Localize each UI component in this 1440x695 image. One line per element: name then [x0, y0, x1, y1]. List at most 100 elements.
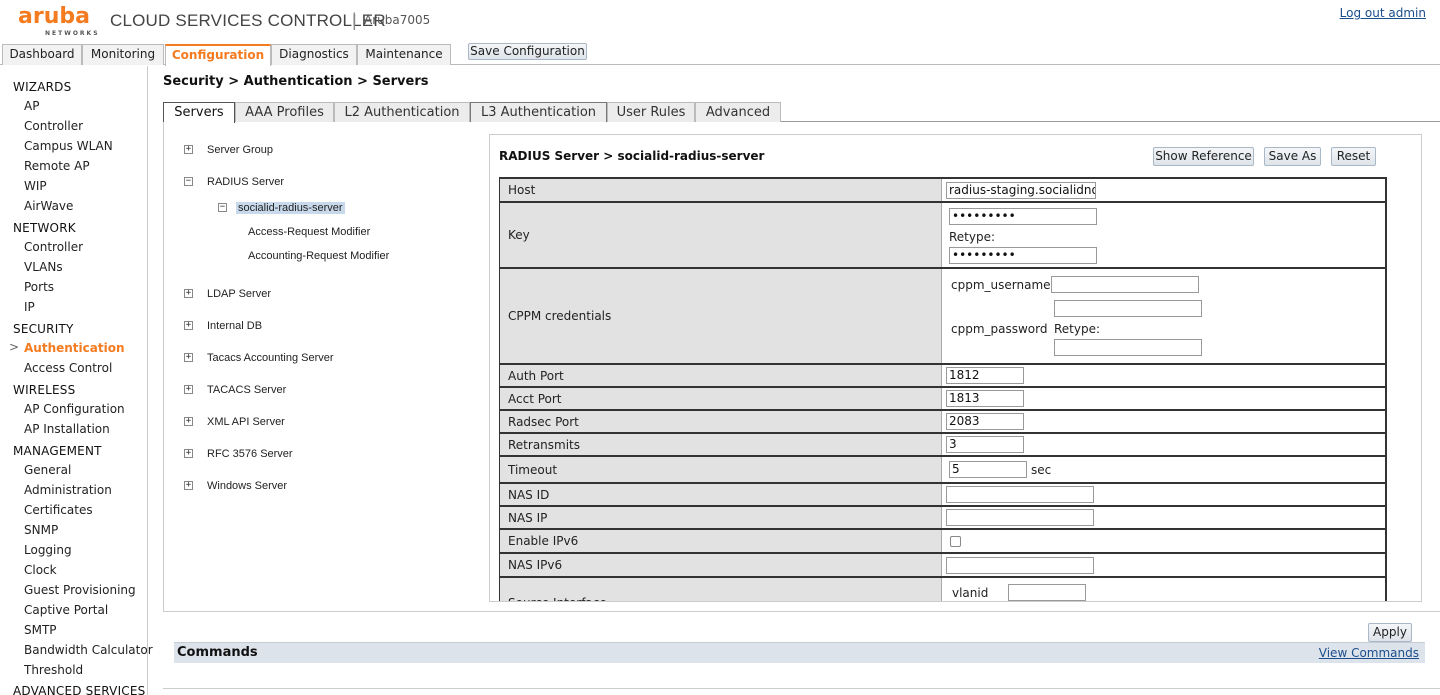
sidebar-item-ap-configuration[interactable]: AP Configuration: [24, 402, 125, 416]
apply-button[interactable]: Apply: [1368, 623, 1412, 642]
save-as-button[interactable]: Save As: [1264, 147, 1321, 166]
tab-diagnostics[interactable]: Diagnostics: [271, 44, 357, 65]
tree-internal-db[interactable]: Internal DB: [207, 320, 262, 332]
sidebar-item-airwave[interactable]: AirWave: [24, 199, 73, 213]
logout-link[interactable]: Log out admin: [1340, 6, 1426, 20]
sidebar-item-certificates[interactable]: Certificates: [24, 503, 93, 517]
key-retype-input[interactable]: •••••••••: [949, 247, 1097, 264]
expand-icon[interactable]: +: [184, 321, 193, 330]
sidebar-item-remote-ap[interactable]: Remote AP: [24, 159, 90, 173]
row-enable-ipv6: Enable IPv6: [500, 530, 1385, 554]
retransmits-input[interactable]: 3: [946, 436, 1024, 453]
source-interface-value-cell: vlanid: [943, 578, 1385, 601]
sidebar-item-controller-wizard[interactable]: Controller: [24, 119, 83, 133]
tab-maintenance[interactable]: Maintenance: [357, 44, 451, 65]
row-nas-ip: NAS IP: [500, 507, 1385, 530]
save-configuration-button[interactable]: Save Configuration: [468, 43, 587, 60]
expand-icon[interactable]: +: [184, 353, 193, 362]
cppm-password-input[interactable]: [1054, 300, 1202, 317]
row-source-interface: Source Interface vlanid: [500, 578, 1385, 601]
sidebar-section-network: NETWORK: [13, 221, 76, 235]
row-retransmits: Retransmits 3: [500, 434, 1385, 457]
tab-configuration[interactable]: Configuration: [165, 44, 271, 66]
sidebar-item-ip[interactable]: IP: [24, 300, 35, 314]
tree-accounting-request-modifier[interactable]: Accounting-Request Modifier: [248, 250, 389, 262]
expand-icon[interactable]: +: [184, 385, 193, 394]
logo-subtext: NETWORKS: [45, 30, 100, 37]
auth-port-value-cell: 1812: [943, 365, 1385, 386]
subtab-advanced[interactable]: Advanced: [695, 102, 781, 122]
radsec-port-input[interactable]: 2083: [946, 413, 1024, 430]
radius-form: Host radius-staging.socialidnow Key ••••…: [499, 177, 1387, 601]
acct-port-input[interactable]: 1813: [946, 390, 1024, 407]
subtab-l2-authentication[interactable]: L2 Authentication: [334, 102, 470, 122]
show-reference-button[interactable]: Show Reference: [1153, 147, 1254, 166]
sidebar-item-captive-portal[interactable]: Captive Portal: [24, 603, 108, 617]
tab-monitoring[interactable]: Monitoring: [82, 44, 164, 65]
source-interface-label: Source Interface: [500, 578, 942, 601]
acct-port-label: Acct Port: [500, 388, 942, 409]
sidebar-item-ports[interactable]: Ports: [24, 280, 54, 294]
row-cppm-credentials: CPPM credentials cppm_username cppm_pass…: [500, 269, 1385, 365]
cppm-username-input[interactable]: [1051, 276, 1199, 293]
expand-icon[interactable]: +: [184, 145, 193, 154]
sidebar-item-bandwidth-calculator[interactable]: Bandwidth Calculator: [24, 643, 153, 657]
sidebar-item-threshold[interactable]: Threshold: [24, 663, 83, 677]
tree-radius-server[interactable]: RADIUS Server: [207, 176, 284, 188]
nas-ipv6-input[interactable]: [946, 557, 1094, 574]
expand-icon[interactable]: +: [184, 417, 193, 426]
sidebar-item-campus-wlan[interactable]: Campus WLAN: [24, 139, 113, 153]
sidebar-item-vlans[interactable]: VLANs: [24, 260, 63, 274]
subtab-servers[interactable]: Servers: [163, 102, 235, 123]
sidebar-item-snmp[interactable]: SNMP: [24, 523, 58, 537]
sidebar-item-access-control[interactable]: Access Control: [24, 361, 112, 375]
sidebar-item-administration[interactable]: Administration: [24, 483, 112, 497]
sidebar-item-controller[interactable]: Controller: [24, 240, 83, 254]
tree-xml-api-server[interactable]: XML API Server: [207, 416, 285, 428]
sidebar-item-general[interactable]: General: [24, 463, 71, 477]
tree-ldap-server[interactable]: LDAP Server: [207, 288, 271, 300]
sidebar-item-ap-installation[interactable]: AP Installation: [24, 422, 110, 436]
sidebar-item-guest-provisioning[interactable]: Guest Provisioning: [24, 583, 136, 597]
sidebar-item-logging[interactable]: Logging: [24, 543, 72, 557]
tree-rfc3576-server[interactable]: RFC 3576 Server: [207, 448, 293, 460]
tree-tacacs-accounting-server[interactable]: Tacacs Accounting Server: [207, 352, 334, 364]
header: aruba NETWORKS CLOUD SERVICES CONTROLLER…: [0, 0, 1440, 44]
sidebar-item-ap[interactable]: AP: [24, 99, 39, 113]
collapse-icon[interactable]: −: [218, 203, 227, 212]
vlanid-input[interactable]: [1008, 584, 1086, 601]
view-commands-link[interactable]: View Commands: [1319, 646, 1419, 660]
key-input[interactable]: •••••••••: [949, 208, 1097, 225]
tree-server-group[interactable]: Server Group: [207, 144, 273, 156]
expand-icon[interactable]: +: [184, 449, 193, 458]
enable-ipv6-checkbox[interactable]: [950, 536, 961, 547]
nas-id-input[interactable]: [946, 486, 1094, 503]
sidebar-item-smtp[interactable]: SMTP: [24, 623, 57, 637]
retransmits-label: Retransmits: [500, 434, 942, 455]
timeout-unit: sec: [1031, 463, 1052, 477]
sidebar-item-clock[interactable]: Clock: [24, 563, 57, 577]
timeout-label: Timeout: [500, 457, 942, 482]
tree-tacacs-server[interactable]: TACACS Server: [207, 384, 286, 396]
sidebar-item-wip[interactable]: WIP: [24, 179, 47, 193]
auth-port-label: Auth Port: [500, 365, 942, 386]
row-nas-id: NAS ID: [500, 484, 1385, 507]
tree-socialid-radius-server[interactable]: socialid-radius-server: [236, 202, 345, 214]
host-input[interactable]: radius-staging.socialidnow: [946, 182, 1096, 199]
expand-icon[interactable]: +: [184, 481, 193, 490]
cppm-username-label: cppm_username: [951, 278, 1051, 292]
nas-ip-input[interactable]: [946, 509, 1094, 526]
expand-icon[interactable]: +: [184, 289, 193, 298]
auth-port-input[interactable]: 1812: [946, 367, 1024, 384]
subtab-aaa-profiles[interactable]: AAA Profiles: [235, 102, 334, 122]
collapse-icon[interactable]: −: [184, 177, 193, 186]
tree-access-request-modifier[interactable]: Access-Request Modifier: [248, 226, 370, 238]
tab-dashboard[interactable]: Dashboard: [2, 44, 82, 65]
timeout-input[interactable]: 5: [949, 461, 1027, 478]
sidebar-item-authentication[interactable]: Authentication: [24, 341, 125, 355]
tree-windows-server[interactable]: Windows Server: [207, 480, 287, 492]
subtab-l3-authentication[interactable]: L3 Authentication: [470, 102, 607, 122]
subtab-user-rules[interactable]: User Rules: [607, 102, 695, 122]
reset-button[interactable]: Reset: [1331, 147, 1376, 166]
cppm-retype-input[interactable]: [1054, 339, 1202, 356]
